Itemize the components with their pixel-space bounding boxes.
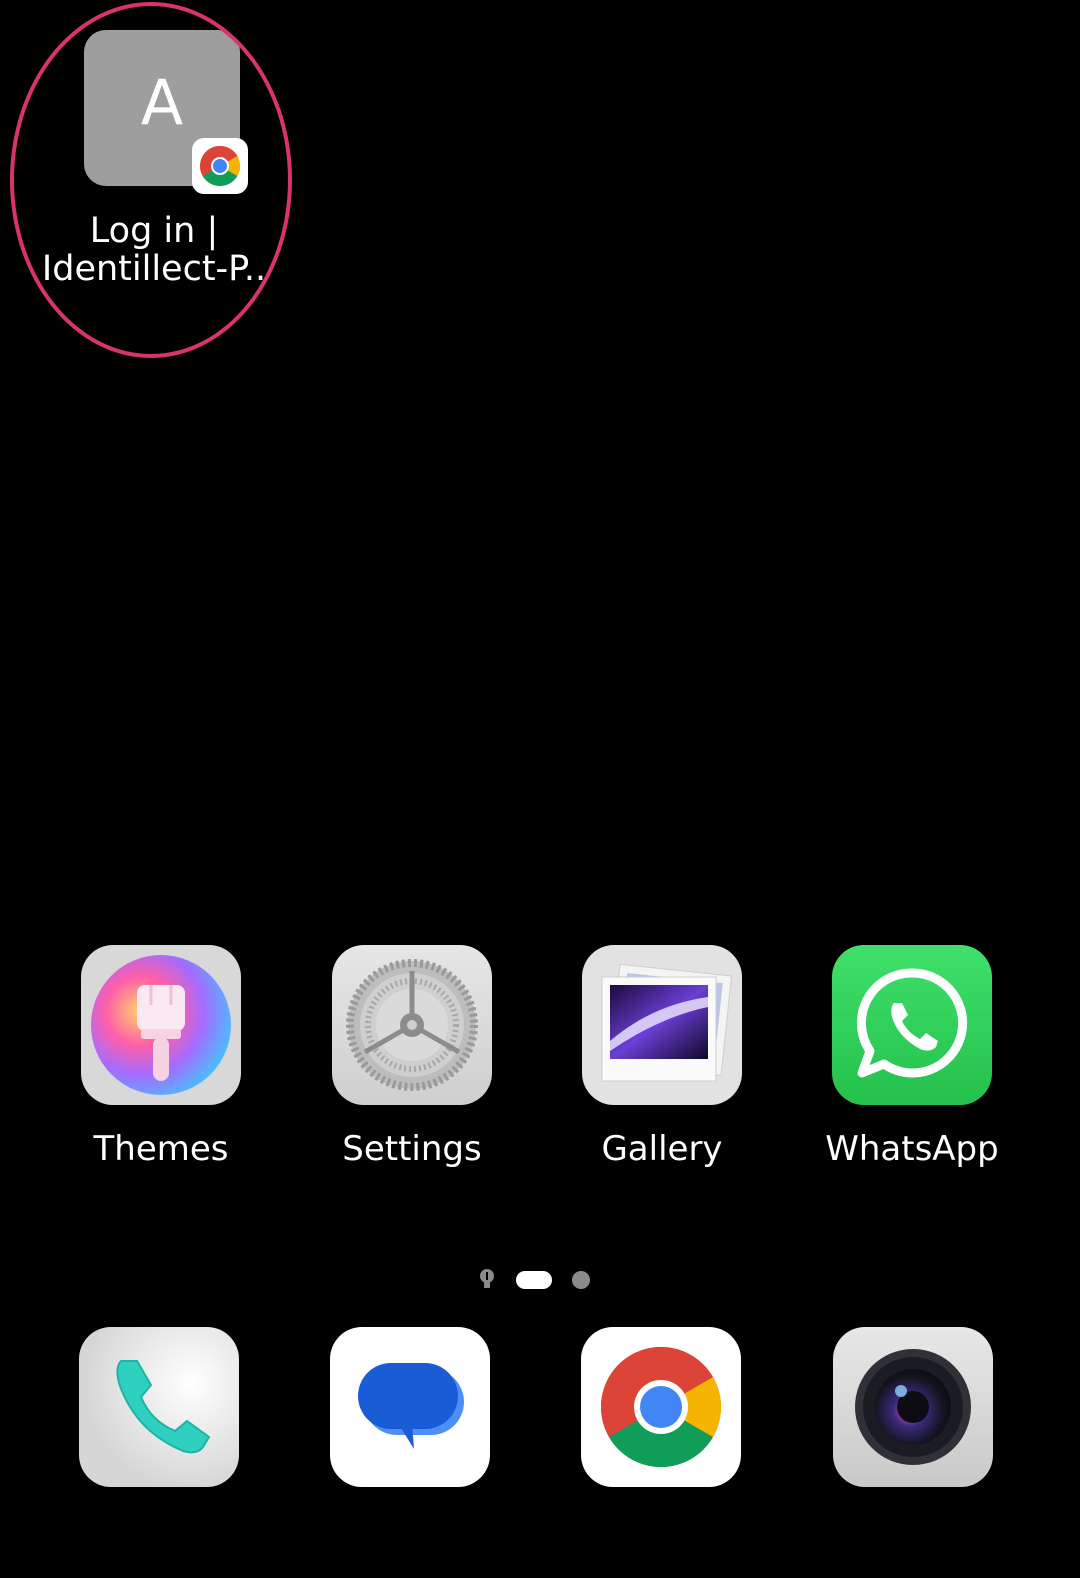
chrome-icon[interactable]	[581, 1327, 741, 1487]
app-settings[interactable]: Settings	[287, 945, 537, 1169]
page-dot[interactable]	[572, 1271, 590, 1289]
shortcut-letter: A	[140, 66, 184, 139]
page-dot-active[interactable]	[516, 1271, 552, 1289]
app-label: Gallery	[601, 1129, 723, 1169]
web-shortcut[interactable]: A Log in | Identillect-P..	[20, 20, 305, 350]
messages-icon[interactable]	[330, 1327, 490, 1487]
camera-icon[interactable]	[833, 1327, 993, 1487]
phone-icon[interactable]	[79, 1327, 239, 1487]
app-label: WhatsApp	[825, 1129, 999, 1169]
app-label: Settings	[342, 1129, 482, 1169]
whatsapp-icon[interactable]	[832, 945, 992, 1105]
app-themes[interactable]: Themes	[36, 945, 286, 1169]
gallery-photos-icon[interactable]	[582, 945, 742, 1105]
chrome-icon	[192, 138, 248, 194]
shortcut-label: Log in | Identillect-P..	[41, 211, 267, 289]
app-whatsapp[interactable]: WhatsApp	[787, 945, 1037, 1169]
themes-brush-icon[interactable]	[81, 945, 241, 1105]
home-screen: A Log in | Identillect-P.. Themes Settin…	[0, 0, 1080, 1578]
app-label: Themes	[93, 1129, 229, 1169]
page-indicator[interactable]	[478, 1268, 590, 1292]
feed-page-icon[interactable]	[478, 1268, 496, 1292]
settings-gear-icon[interactable]	[332, 945, 492, 1105]
app-gallery[interactable]: Gallery	[537, 945, 787, 1169]
